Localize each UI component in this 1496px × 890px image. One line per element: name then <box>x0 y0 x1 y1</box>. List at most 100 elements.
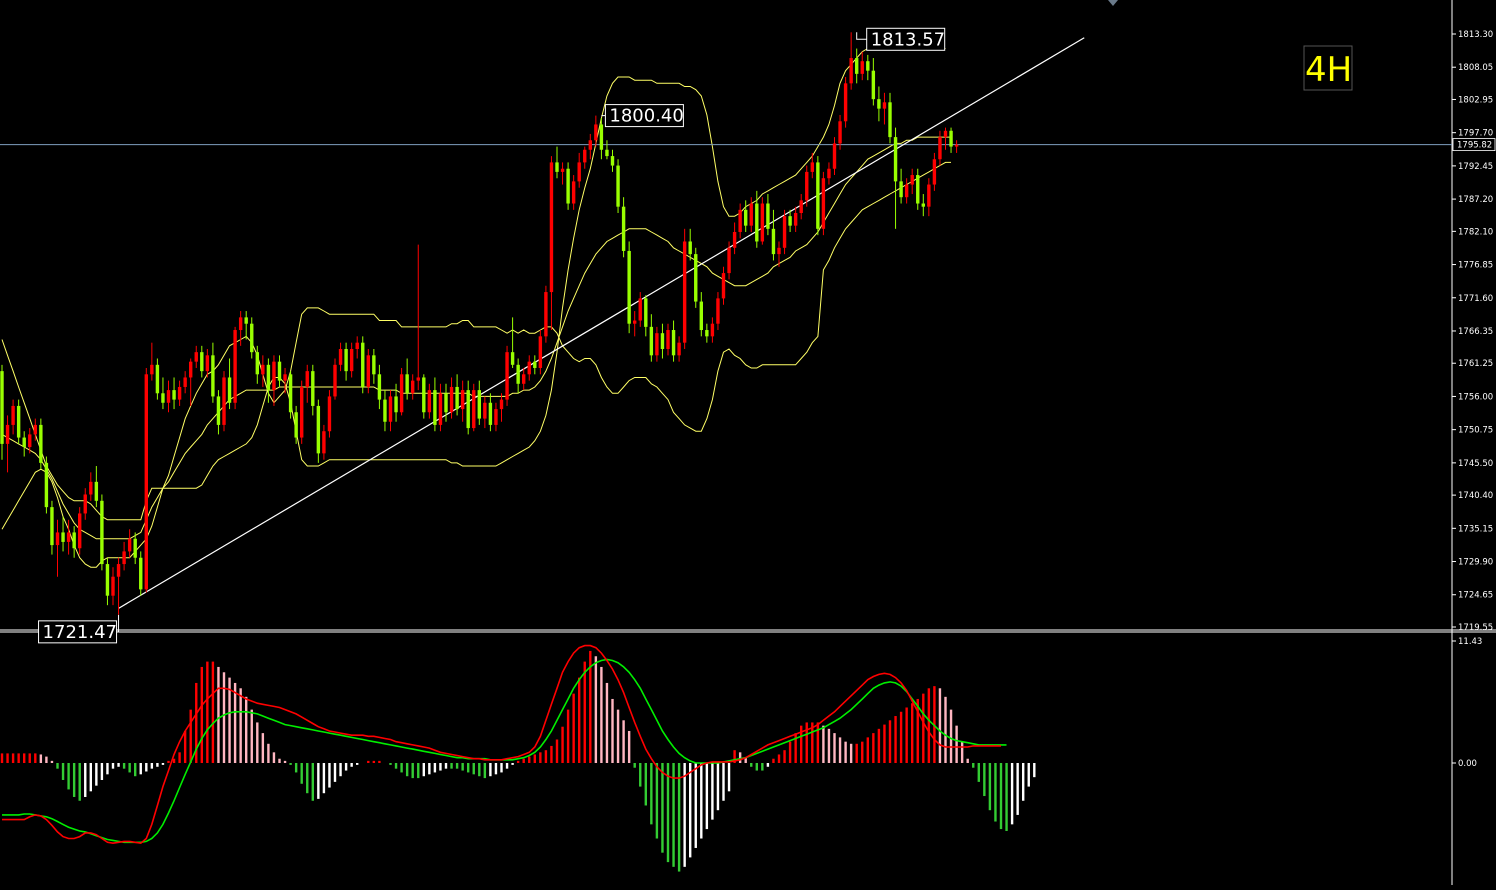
histogram-bar <box>572 693 575 763</box>
candle-body <box>893 137 898 182</box>
annotation-1800-40[interactable]: 1800.40 <box>601 104 684 128</box>
histogram-bar <box>777 754 781 763</box>
candle-body <box>255 352 259 375</box>
histogram-bar <box>522 758 525 763</box>
histogram-bar <box>350 763 353 767</box>
candle-body <box>216 396 221 425</box>
current-price-value: 1795.82 <box>1457 141 1492 151</box>
candle <box>538 330 543 375</box>
histogram-bar <box>544 750 548 763</box>
candle-body <box>866 61 870 71</box>
candle-body <box>250 323 254 353</box>
candle-body <box>788 216 792 226</box>
candle-body <box>5 424 10 444</box>
histogram-bar <box>322 763 326 794</box>
candle-body <box>327 396 332 432</box>
histogram-bar <box>78 763 81 801</box>
candle-body <box>283 374 287 381</box>
histogram-bar <box>555 739 559 763</box>
histogram-bar <box>161 763 165 765</box>
histogram-bar <box>61 763 65 780</box>
osc-tick-label: 0.00 <box>1458 759 1477 769</box>
price-tick-label: 1745.50 <box>1458 459 1493 469</box>
price-tick-label: 1813.30 <box>1458 30 1493 40</box>
histogram-bar <box>561 726 564 763</box>
candle <box>760 197 765 245</box>
candle-body <box>50 507 54 546</box>
candle-body <box>83 494 87 514</box>
histogram-bar <box>528 756 531 763</box>
candle <box>843 77 848 128</box>
candle <box>144 367 148 593</box>
candle-body <box>638 298 642 321</box>
candle-body <box>682 241 687 343</box>
histogram-bar <box>84 763 87 797</box>
candle-body <box>533 361 537 368</box>
candle-body <box>111 576 115 596</box>
candle <box>505 345 509 406</box>
candle-body <box>699 301 703 331</box>
candle-body <box>555 162 559 172</box>
candle-body <box>694 254 698 302</box>
candle-body <box>266 364 271 391</box>
histogram-bar <box>966 758 969 763</box>
annotation-1813-57[interactable]: 1813.57 <box>856 27 946 51</box>
candle-body <box>843 83 848 122</box>
candle-body <box>855 58 859 74</box>
candle-body <box>816 162 820 229</box>
candle-body <box>510 352 515 365</box>
histogram-bar <box>899 711 903 763</box>
candle-body <box>133 538 137 558</box>
candle-body <box>377 374 382 400</box>
histogram-bar <box>639 763 642 787</box>
candle-body <box>749 203 753 226</box>
histogram-bar <box>367 760 370 763</box>
histogram-bar <box>861 741 864 763</box>
candle-body <box>394 396 398 413</box>
trading-chart[interactable]: 1813.30 1808.05 1802.95 1797.70 1792.45 1787.… <box>0 0 1496 885</box>
candle <box>44 456 49 514</box>
histogram-bar <box>1016 763 1019 815</box>
candle-body <box>416 377 420 381</box>
candle-body <box>938 137 942 160</box>
candle-body <box>300 386 304 438</box>
histogram-bar <box>300 763 303 784</box>
candle-body <box>372 355 376 375</box>
histogram-bar <box>655 763 659 839</box>
candle-body <box>316 405 321 454</box>
histogram-bar <box>222 672 226 763</box>
histogram-bar <box>883 724 886 763</box>
histogram-bar <box>772 758 775 763</box>
candle <box>616 159 620 214</box>
candle-body <box>438 393 443 425</box>
histogram-bar <box>894 716 897 763</box>
candle-body <box>261 364 265 375</box>
histogram-bar <box>1022 763 1025 801</box>
histogram-bar <box>328 763 331 788</box>
candle-body <box>488 402 493 425</box>
candle-body <box>338 349 343 365</box>
candle-body <box>649 326 654 356</box>
histogram-bar <box>705 763 709 830</box>
candle-body <box>455 386 459 410</box>
candle-body <box>494 409 498 425</box>
histogram-bar <box>500 763 503 773</box>
candle-body <box>155 364 160 394</box>
histogram-bar <box>750 763 753 767</box>
candle-body <box>805 171 809 201</box>
candle-body <box>821 178 826 229</box>
histogram-bar <box>877 728 881 763</box>
histogram-bar <box>267 743 270 763</box>
candle-body <box>660 333 665 350</box>
histogram-bar <box>433 763 437 773</box>
candle-body <box>849 58 853 84</box>
histogram-bar <box>822 725 825 763</box>
histogram-bar <box>206 661 209 763</box>
candle-body <box>771 228 776 255</box>
histogram-bar <box>689 763 692 858</box>
candle-body <box>89 481 93 495</box>
price-tick-label: 1750.75 <box>1458 426 1493 436</box>
candle-body <box>605 149 609 157</box>
chart-canvas[interactable]: 1813.30 1808.05 1802.95 1797.70 1792.45 1787.… <box>0 0 1496 885</box>
histogram-bar <box>422 763 425 777</box>
